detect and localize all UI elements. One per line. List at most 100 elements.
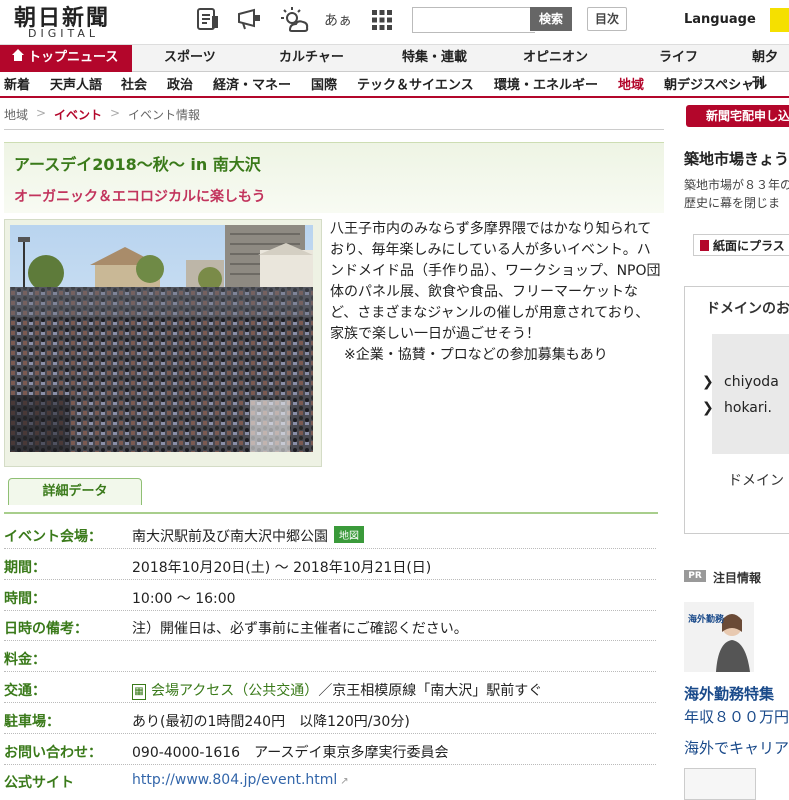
delivery-signup-button[interactable]: 新聞宅配申し込み xyxy=(686,105,789,127)
event-description: 八王子市内のみならず多摩界隈ではかなり知られており、毎年楽しみにしている人が多い… xyxy=(330,219,663,366)
description-note: ※企業・協賛・プロなどの参加募集もあり xyxy=(344,347,608,363)
detail-row-note: 日時の備考： 注）開催日は、必ず事前に主催者にご確認ください。 xyxy=(4,610,656,641)
pr-subtext-2[interactable]: 海外でキャリア xyxy=(684,737,789,758)
nav-economy[interactable]: 経済・マネー xyxy=(213,74,291,93)
row-label: 交通： xyxy=(4,683,46,699)
nav-features[interactable]: 特集・連載 xyxy=(402,45,467,71)
row-value: 090-4000-1616 アースデイ東京多摩実行委員会 xyxy=(132,745,449,761)
domain-link-1[interactable]: ❯ chiyoda xyxy=(702,374,779,390)
tab-details[interactable]: 詳細データ xyxy=(8,478,142,505)
nav-top-news[interactable]: トップニュース xyxy=(0,45,132,72)
nav-culture[interactable]: カルチャー xyxy=(279,45,344,71)
row-label: 期間： xyxy=(4,560,46,576)
detail-row-site: 公式サイト http://www.804.jp/event.html ↗ xyxy=(4,764,656,794)
sidebar-text: 築地市場が８３年の歴史に幕を閉じます。歩みを１分の xyxy=(684,178,789,210)
nav-life[interactable]: ライフ xyxy=(659,45,698,71)
chevron-right-icon: ❯ xyxy=(702,374,714,390)
breadcrumb-separator: > xyxy=(110,106,121,120)
row-label: 駐車場： xyxy=(4,714,60,730)
nav-environment[interactable]: 環境・エネルギー xyxy=(494,74,598,93)
detail-row-fee: 料金： xyxy=(4,641,656,672)
transport-value: ／京王相模原線「南大沢」駅前すぐ xyxy=(318,683,543,699)
page-subtitle: オーガニック＆エコロジカルに楽しもう xyxy=(14,189,266,205)
page-title: アースデイ2018〜秋〜 in 南大沢 xyxy=(14,155,261,174)
pdf-icon xyxy=(700,240,709,251)
detail-row-time: 時間： 10:00 〜 16:00 xyxy=(4,580,656,611)
nav-society[interactable]: 社会 xyxy=(121,74,147,93)
map-button[interactable]: 地図 xyxy=(334,526,364,543)
row-label: 料金： xyxy=(4,652,46,668)
row-label: 公式サイト xyxy=(4,775,74,791)
detail-row-period: 期間： 2018年10月20日(土) 〜 2018年10月21日(日) xyxy=(4,549,656,580)
nav-special[interactable]: 朝デジスペシャル xyxy=(664,74,767,93)
row-value: 10:00 〜 16:00 xyxy=(132,591,236,607)
row-label: イベント会場： xyxy=(4,529,102,545)
row-value: http://www.804.jp/event.html ↗ xyxy=(132,772,349,788)
language-link[interactable]: Language xyxy=(684,12,756,27)
domain-ad-title: ドメインのお xyxy=(706,301,789,317)
row-value: 注）開催日は、必ず事前に主催者にご確認ください。 xyxy=(132,621,468,637)
nav-international[interactable]: 国際 xyxy=(311,74,337,93)
pr-thumbnail-text: 海外勤務 xyxy=(688,615,725,625)
nav-underline xyxy=(0,96,789,98)
nav-tenseijingo[interactable]: 天声人語 xyxy=(50,74,102,93)
nav-politics[interactable]: 政治 xyxy=(167,74,193,93)
pr-headline[interactable]: 海外勤務特集 xyxy=(684,683,774,704)
pr-badge: PR xyxy=(684,570,706,582)
detail-row-contact: お問い合わせ： 090-4000-1616 アースデイ東京多摩実行委員会 xyxy=(4,734,656,765)
nav-region[interactable]: 地域 xyxy=(618,74,644,93)
nav-latest[interactable]: 新着 xyxy=(4,74,30,93)
breadcrumb-event-info: イベント情報 xyxy=(128,108,201,122)
description-text: 八王子市内のみならず多摩界隈ではかなり知られており、毎年楽しみにしている人が多い… xyxy=(330,221,661,342)
row-label: 日時の備考： xyxy=(4,621,88,637)
divider xyxy=(4,129,664,130)
train-icon: ▦ xyxy=(132,684,146,700)
domain-link-label: chiyoda xyxy=(724,374,779,390)
chevron-right-icon: ❯ xyxy=(702,400,714,416)
nav-tech-science[interactable]: テック＆サイエンス xyxy=(357,74,474,93)
access-link[interactable]: 会場アクセス（公共交通） xyxy=(151,683,318,699)
megaphone-icon[interactable] xyxy=(236,6,264,34)
tab-underline xyxy=(4,512,658,514)
search-button[interactable]: 検索 xyxy=(530,7,572,31)
domain-ad-footer: ドメイン xyxy=(728,473,784,489)
paper-plus-button[interactable]: 紙面にプラス xyxy=(693,234,789,256)
nav-opinion[interactable]: オピニオン xyxy=(523,45,588,71)
weather-icon[interactable] xyxy=(280,6,309,34)
search-input[interactable] xyxy=(412,7,535,33)
official-site-link[interactable]: http://www.804.jp/event.html xyxy=(132,772,337,788)
nav-sports[interactable]: スポーツ xyxy=(164,45,216,71)
toc-button[interactable]: 目次 xyxy=(587,7,627,31)
breadcrumb-event[interactable]: イベント xyxy=(54,106,102,123)
detail-row-venue: イベント会場： 南大沢駅前及び南大沢中郷公園 地図 xyxy=(4,518,656,549)
row-label: 時間： xyxy=(4,591,46,607)
nav-paper[interactable]: 朝夕刊 xyxy=(752,45,789,91)
row-value: 南大沢駅前及び南大沢中郷公園 地図 xyxy=(132,526,364,546)
external-link-icon: ↗ xyxy=(340,776,349,787)
domain-link-2[interactable]: ❯ hokari. xyxy=(702,400,772,416)
breadcrumb-region[interactable]: 地域 xyxy=(4,106,28,123)
venue-value: 南大沢駅前及び南大沢中郷公園 xyxy=(132,529,328,545)
font-size-icon[interactable]: あぁ xyxy=(324,6,352,34)
domain-link-label: hokari. xyxy=(724,400,772,416)
detail-row-transport: 交通： ▦ 会場アクセス（公共交通）／京王相模原線「南大沢」駅前すぐ xyxy=(4,672,656,703)
logo-subtitle: DIGITAL xyxy=(28,27,100,40)
grid-menu-icon[interactable] xyxy=(368,6,396,34)
row-label: お問い合わせ： xyxy=(4,745,102,761)
pr-subtext[interactable]: 年収８００万円 xyxy=(684,706,789,727)
row-value: ▦ 会場アクセス（公共交通）／京王相模原線「南大沢」駅前すぐ xyxy=(132,680,542,700)
row-value: 2018年10月20日(土) 〜 2018年10月21日(日) xyxy=(132,560,432,576)
home-icon xyxy=(12,45,24,71)
domain-ad-inner xyxy=(712,334,789,454)
paper-plus-label: 紙面にプラス xyxy=(713,239,785,253)
row-value: あり(最初の1時間240円 以降120円/30分) xyxy=(132,714,410,730)
primary-nav: トップニュース スポーツ カルチャー 特集・連載 オピニオン ライフ 朝夕刊 xyxy=(0,44,789,91)
pr-thumbnail-2[interactable] xyxy=(684,768,756,800)
member-badge[interactable] xyxy=(770,8,789,32)
breadcrumb-separator: > xyxy=(36,106,47,120)
pr-thumbnail[interactable]: 海外勤務 xyxy=(684,602,754,672)
sidebar-headline[interactable]: 築地市場きょう xyxy=(684,148,789,169)
nav-label: トップニュース xyxy=(28,50,119,65)
digital-paper-icon[interactable] xyxy=(194,6,222,34)
pr-section-title: 注目情報 xyxy=(713,571,762,585)
